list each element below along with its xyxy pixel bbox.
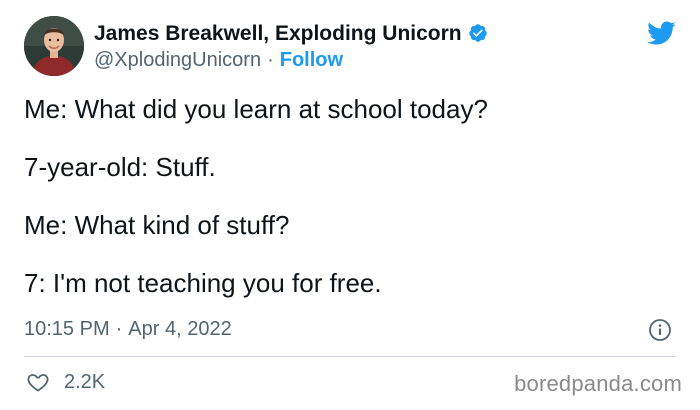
info-icon[interactable]	[648, 318, 672, 342]
tweet-line-2: 7-year-old: Stuff.	[24, 152, 216, 182]
tweet-time: 10:15 PM	[24, 318, 110, 340]
tweet-header: James Breakwell, Exploding Unicorn @Xplo…	[24, 16, 488, 76]
tweet-date: Apr 4, 2022	[128, 318, 232, 340]
author-handle[interactable]: @XplodingUnicorn	[94, 50, 261, 70]
handle-separator: ·	[267, 48, 274, 71]
tweet-line-1: Me: What did you learn at school today?	[24, 94, 488, 124]
tweet-line-4: 7: I'm not teaching you for free.	[24, 268, 382, 298]
tweet-line-3: Me: What kind of stuff?	[24, 210, 290, 240]
author-name[interactable]: James Breakwell, Exploding Unicorn	[94, 23, 462, 44]
verified-badge-icon	[468, 23, 488, 43]
avatar-image	[24, 16, 84, 76]
like-count[interactable]: 2.2K	[64, 371, 105, 394]
heart-icon[interactable]	[26, 370, 50, 394]
watermark: boredpanda.com	[514, 371, 682, 396]
avatar[interactable]	[24, 16, 84, 76]
tweet-text: Me: What did you learn at school today? …	[24, 93, 664, 325]
author-name-row: James Breakwell, Exploding Unicorn	[94, 23, 488, 44]
twitter-bird-icon[interactable]	[646, 18, 676, 48]
handle-row: @XplodingUnicorn · Follow	[94, 50, 488, 70]
tweet-actions: 2.2K	[26, 370, 105, 394]
follow-link[interactable]: Follow	[280, 50, 343, 70]
divider	[24, 356, 676, 357]
timestamp[interactable]: 10:15 PM · Apr 4, 2022	[24, 318, 232, 341]
tweet-card: James Breakwell, Exploding Unicorn @Xplo…	[0, 0, 700, 410]
timestamp-separator: ·	[115, 318, 123, 340]
user-meta: James Breakwell, Exploding Unicorn @Xplo…	[94, 23, 488, 70]
